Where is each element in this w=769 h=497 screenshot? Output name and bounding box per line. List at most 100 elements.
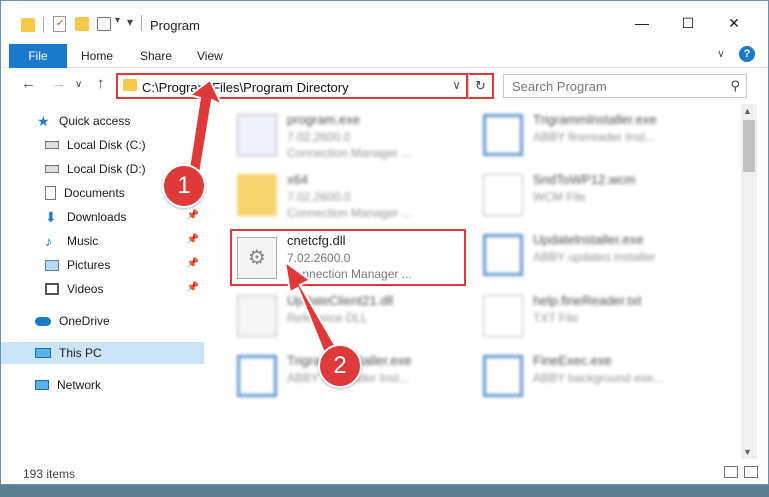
file-name: Trigrammlnstaller.exe — [533, 112, 657, 127]
navigation-row: ← → ∨ ↑ C:\Program Files\Program Directo… — [1, 69, 768, 101]
music-icon: ♪ — [45, 233, 52, 249]
address-bar[interactable]: C:\Program Files\Program Directory ∨ — [116, 73, 468, 99]
file-item[interactable]: UpdateClient21.dll Reference DLL — [229, 287, 474, 345]
file-version: ABBY background exe... — [533, 371, 664, 385]
tab-share[interactable]: Share — [140, 49, 172, 63]
file-name: FineExec.exe — [533, 353, 612, 368]
sidebar-item-label: OneDrive — [59, 314, 110, 328]
back-arrow-icon[interactable]: ← — [21, 75, 36, 92]
explorer-window: ✓ ▾ ▾ Program — ☐ ✕ File Home Share View… — [0, 0, 769, 485]
file-item[interactable]: FineExec.exe ABBY background exe... — [475, 347, 720, 405]
installer-icon — [483, 355, 523, 397]
sidebar-item-local-disk-c[interactable]: Local Disk (C:) — [1, 134, 204, 156]
view-toggle — [724, 466, 758, 478]
tab-file[interactable]: File — [9, 44, 67, 68]
sidebar-item-label: Local Disk (C:) — [67, 138, 146, 152]
sidebar-item-onedrive[interactable]: OneDrive — [1, 310, 204, 332]
file-description: Connection Manager ... — [287, 206, 412, 220]
minimize-button[interactable]: — — [619, 9, 665, 37]
refresh-icon[interactable]: ↻ — [468, 73, 494, 99]
window-title: Program — [150, 18, 200, 33]
sidebar-item-music[interactable]: ♪ Music 📌 — [1, 230, 204, 252]
file-version: 7.02.2600.0 — [287, 130, 351, 144]
qa-menu-icon[interactable]: ▾ — [127, 15, 133, 33]
dll-gear-icon — [237, 295, 277, 337]
sidebar-item-label: Music — [67, 234, 99, 248]
text-file-icon — [483, 295, 523, 337]
qa-separator — [43, 17, 44, 33]
file-item[interactable]: SndToWP12.wcm WCM File — [475, 166, 720, 224]
quick-access-folder-icon[interactable] — [21, 18, 35, 32]
callout-badge-1: 1 — [162, 164, 206, 208]
file-version: 7.02.2600.0 — [287, 190, 351, 204]
pin-icon[interactable]: 📌 — [187, 258, 199, 269]
file-name: UpdateClient21.dll — [287, 293, 394, 308]
sidebar-item-label: Pictures — [67, 258, 111, 272]
file-version: WCM File — [533, 190, 586, 204]
highlight-box — [230, 229, 466, 286]
documents-icon — [45, 186, 56, 200]
large-icons-view-icon[interactable] — [744, 466, 758, 478]
tab-view[interactable]: View — [197, 49, 223, 63]
file-item[interactable]: help.fineReader.txt TXT File — [475, 287, 720, 345]
expand-ribbon-icon[interactable]: ∨ — [717, 47, 725, 60]
file-item[interactable]: Trigrammlnstaller.exe ABBY finereader In… — [475, 106, 720, 164]
installer-icon — [237, 355, 277, 397]
file-version: ABBY finereader Inst... — [533, 130, 655, 144]
pictures-icon — [45, 259, 59, 271]
maximize-button[interactable]: ☐ — [665, 9, 711, 37]
folder-icon — [237, 174, 277, 216]
pin-icon[interactable]: 📌 — [187, 210, 199, 221]
file-list: program.exe 7.02.2600.0 Connection Manag… — [211, 104, 741, 459]
file-name: help.fineReader.txt — [533, 293, 642, 308]
pin-icon[interactable]: 📌 — [187, 282, 199, 293]
sidebar-item-pictures[interactable]: Pictures 📌 — [1, 254, 204, 276]
up-arrow-icon[interactable]: ↑ — [97, 75, 105, 92]
pc-icon — [35, 348, 51, 358]
qa-dropdown-icon[interactable]: ▾ — [115, 15, 120, 33]
sidebar-item-downloads[interactable]: ⬇ Downloads 📌 — [1, 206, 204, 228]
scroll-up-icon[interactable]: ▲ — [743, 106, 752, 116]
sidebar-item-quick-access[interactable]: ★ Quick access — [1, 110, 204, 132]
sidebar-item-label: Downloads — [67, 210, 127, 224]
file-name: x64 — [287, 172, 308, 187]
scroll-down-icon[interactable]: ▼ — [743, 447, 752, 457]
file-version: ABBY updates installer — [533, 250, 656, 264]
search-input[interactable]: Search Program ⚲ — [503, 74, 747, 98]
sidebar-item-network[interactable]: Network — [1, 374, 204, 396]
sidebar-item-this-pc[interactable]: This PC — [1, 342, 204, 364]
scroll-thumb[interactable] — [743, 120, 755, 172]
tab-home[interactable]: Home — [81, 49, 113, 63]
properties-icon[interactable]: ✓ — [53, 16, 66, 32]
network-icon — [35, 380, 49, 390]
file-name: SndToWP12.wcm — [533, 172, 636, 187]
details-view-icon[interactable] — [724, 466, 738, 478]
generic-file-icon — [483, 174, 523, 216]
star-icon: ★ — [37, 113, 50, 129]
customize-view-icon[interactable] — [97, 17, 111, 31]
item-count: 193 items — [23, 467, 76, 481]
sidebar-item-label: Network — [57, 378, 102, 392]
title-separator — [141, 15, 142, 31]
file-item[interactable]: program.exe 7.02.2600.0 Connection Manag… — [229, 106, 474, 164]
file-version: TXT File — [533, 311, 579, 325]
installer-icon — [483, 234, 523, 276]
navigation-pane: ★ Quick access Local Disk (C:) Local Dis… — [1, 104, 206, 459]
sidebar-item-videos[interactable]: Videos 📌 — [1, 278, 204, 300]
new-folder-icon[interactable] — [75, 17, 89, 31]
file-version: Reference DLL — [287, 311, 368, 325]
file-item[interactable]: x64 7.02.2600.0 Connection Manager ... — [229, 166, 474, 224]
forward-arrow-icon[interactable]: → — [51, 75, 66, 92]
chevron-down-icon[interactable]: ∨ — [452, 78, 461, 92]
sidebar-item-label: Documents — [64, 186, 125, 200]
recent-locations-icon[interactable]: ∨ — [75, 79, 82, 90]
file-item[interactable]: Updatelnstaller.exe ABBY updates install… — [475, 226, 720, 284]
installer-icon — [483, 114, 523, 156]
pin-icon[interactable]: 📌 — [187, 234, 199, 245]
close-button[interactable]: ✕ — [711, 9, 757, 37]
help-icon[interactable]: ? — [739, 46, 755, 62]
ribbon: File Home Share View ∨ ? — [1, 41, 768, 68]
vertical-scrollbar[interactable]: ▲ ▼ — [741, 104, 757, 459]
title-bar: ✓ ▾ ▾ Program — ☐ ✕ — [1, 1, 768, 39]
search-placeholder: Search Program — [512, 79, 607, 94]
